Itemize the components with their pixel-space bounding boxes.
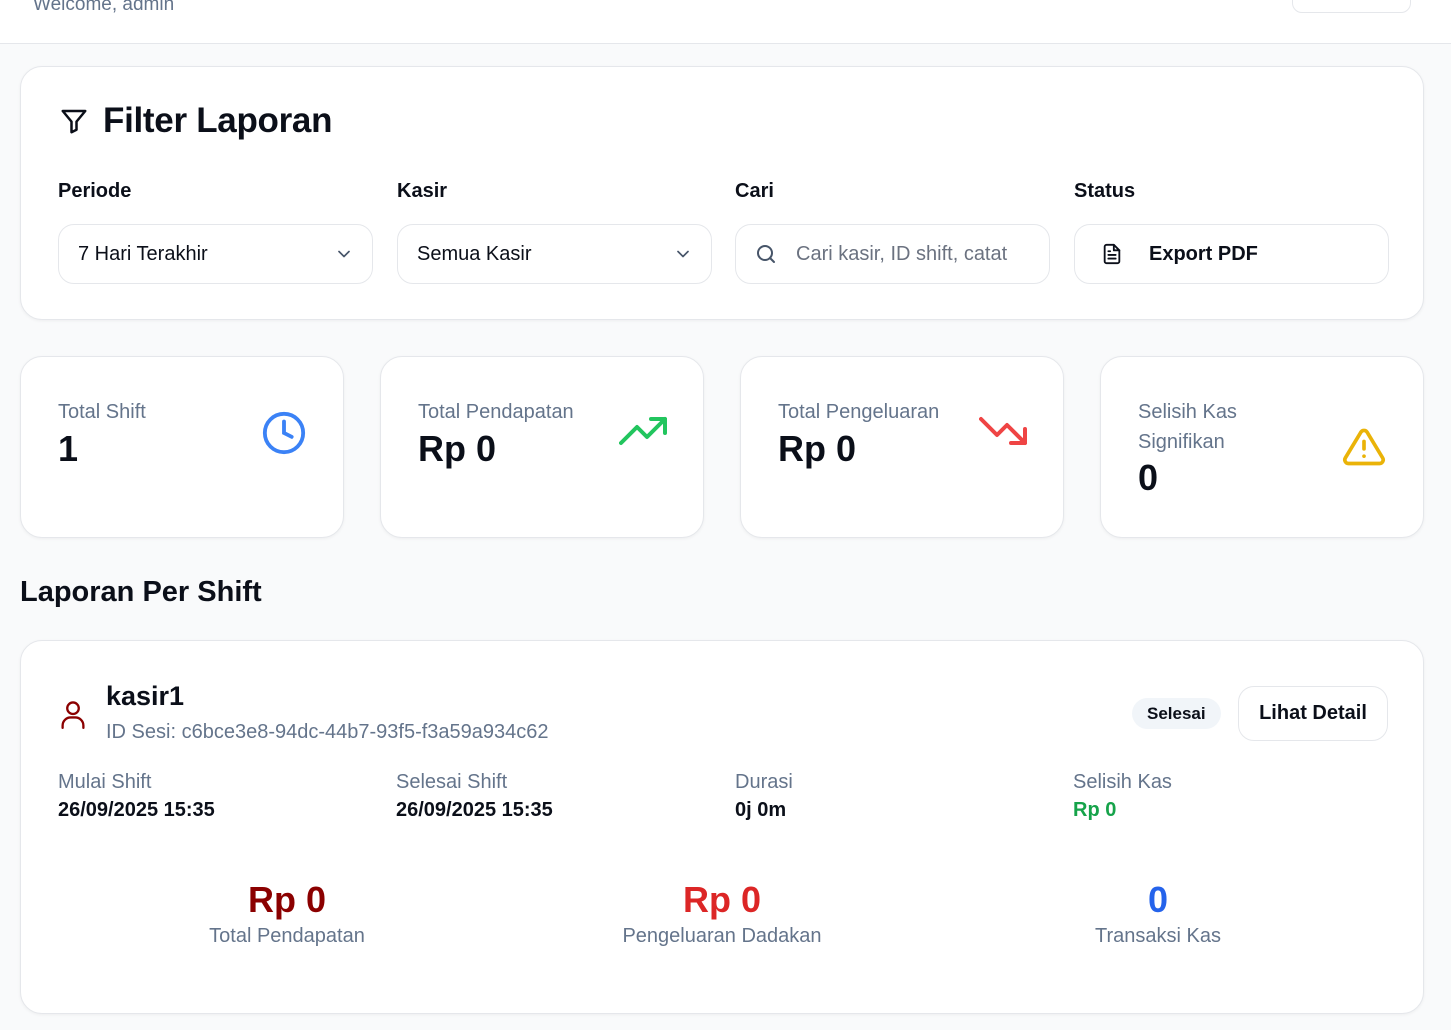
meta-label: Durasi — [735, 771, 793, 793]
meta-selisih-kas: Selisih Kas Rp 0 — [1073, 769, 1172, 822]
chevron-down-icon — [338, 250, 350, 258]
meta-selesai-shift: Selesai Shift 26/09/2025 15:35 — [396, 769, 553, 822]
stat-value: Rp 0 — [778, 428, 857, 469]
user-icon — [61, 701, 85, 729]
stat-label: Total Shift — [58, 401, 146, 423]
periode-label: Periode — [58, 180, 132, 202]
meta-durasi: Durasi 0j 0m — [735, 769, 793, 822]
stat-label: Selisih Kas Signifikan — [1138, 401, 1237, 453]
summary-value: Rp 0 — [682, 879, 761, 920]
filter-title-text: Filter Laporan — [103, 101, 333, 140]
meta-label: Mulai Shift — [58, 771, 152, 793]
stat-card-total-pengeluaran: Total Pengeluaran Rp 0 — [740, 356, 1064, 538]
stat-card-selisih-kas: Selisih Kas Signifikan 0 — [1100, 356, 1424, 538]
meta-value: 26/09/2025 15:35 — [58, 799, 215, 821]
header-action-button[interactable] — [1292, 0, 1411, 13]
kasir-label: Kasir — [397, 180, 448, 202]
filter-title: Filter Laporan — [59, 101, 332, 141]
stat-value: 0 — [1138, 457, 1159, 498]
meta-label: Selesai Shift — [396, 771, 508, 793]
filter-icon — [61, 109, 87, 134]
section-title: Laporan Per Shift — [20, 576, 262, 608]
meta-value: 0j 0m — [735, 799, 787, 821]
summary-label: Total Pendapatan — [209, 925, 365, 947]
search-field[interactable] — [735, 224, 1050, 284]
search-input[interactable] — [796, 242, 1036, 266]
file-text-icon — [1103, 243, 1121, 265]
stat-label: Total Pendapatan — [418, 401, 574, 423]
shift-card: kasir1 ID Sesi: c6bce3e8-94dc-44b7-93f5-… — [20, 640, 1424, 1014]
stat-value: 1 — [58, 428, 79, 469]
trending-up-icon — [619, 417, 667, 445]
cari-label: Cari — [735, 180, 774, 202]
session-id: ID Sesi: c6bce3e8-94dc-44b7-93f5-f3a59a9… — [106, 721, 549, 743]
filter-card: Filter Laporan Periode Kasir Cari Status… — [20, 66, 1424, 320]
trending-down-icon — [979, 417, 1027, 445]
top-bar: Welcome, admin — [0, 0, 1451, 44]
welcome-text: Welcome, admin — [33, 0, 175, 15]
periode-value: 7 Hari Terakhir — [78, 242, 208, 265]
export-pdf-button[interactable]: Export PDF — [1074, 224, 1389, 284]
stat-card-total-shift: Total Shift 1 — [20, 356, 344, 538]
meta-label: Selisih Kas — [1073, 771, 1172, 793]
kasir-select[interactable]: Semua Kasir — [397, 224, 712, 284]
summary-value: Rp 0 — [247, 879, 326, 920]
stat-value: Rp 0 — [418, 428, 497, 469]
summary-transaksi-kas: 0 Transaksi Kas — [1008, 877, 1308, 948]
summary-total-pendapatan: Rp 0 Total Pendapatan — [137, 877, 437, 948]
search-icon — [757, 245, 775, 263]
meta-value: 26/09/2025 15:35 — [396, 799, 553, 821]
stat-card-total-pendapatan: Total Pendapatan Rp 0 — [380, 356, 704, 538]
stat-label: Total Pengeluaran — [778, 401, 940, 423]
kasir-value: Semua Kasir — [417, 242, 532, 265]
warning-icon — [1343, 428, 1385, 466]
status-badge: Selesai — [1132, 698, 1221, 729]
cashier-name: kasir1 — [106, 681, 185, 711]
meta-value: Rp 0 — [1073, 799, 1117, 821]
summary-value: 0 — [1147, 879, 1169, 920]
summary-label: Pengeluaran Dadakan — [622, 925, 822, 947]
meta-mulai-shift: Mulai Shift 26/09/2025 15:35 — [58, 769, 215, 822]
summary-pengeluaran-dadakan: Rp 0 Pengeluaran Dadakan — [572, 877, 872, 948]
lihat-detail-button[interactable]: Lihat Detail — [1238, 686, 1388, 741]
status-label: Status — [1074, 180, 1136, 202]
summary-label: Transaksi Kas — [1095, 925, 1221, 947]
chevron-down-icon — [677, 250, 689, 258]
clock-icon — [262, 411, 306, 455]
periode-select[interactable]: 7 Hari Terakhir — [58, 224, 373, 284]
export-pdf-label: Export PDF — [1149, 242, 1258, 265]
